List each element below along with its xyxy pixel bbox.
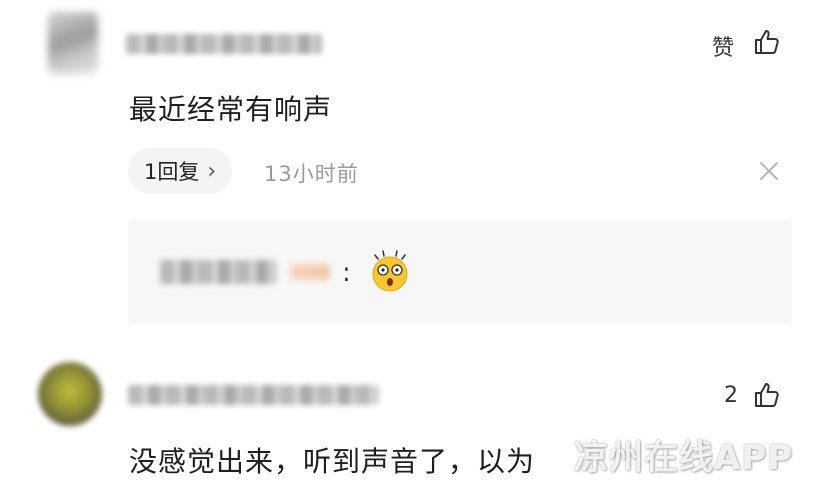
reply-username-obscured[interactable] <box>160 260 276 284</box>
replies-count-label: 1回复 <box>144 160 200 184</box>
chevron-right-icon: › <box>207 158 217 184</box>
comment-text: 最近经常有响声 <box>129 93 333 126</box>
reply-separator: : <box>342 258 351 288</box>
author-tag-obscured <box>290 264 330 280</box>
like-count: 2 <box>724 383 738 408</box>
thumbs-up-icon[interactable] <box>752 27 782 57</box>
thumbs-up-icon[interactable] <box>752 380 782 410</box>
view-replies-button[interactable]: 1回复 › <box>128 148 233 194</box>
user-avatar[interactable] <box>48 12 98 74</box>
watermark: 凉州在线APP <box>574 438 794 478</box>
astonished-face-emoji <box>372 250 408 292</box>
username-obscured[interactable] <box>128 385 378 405</box>
user-avatar[interactable] <box>38 362 102 426</box>
like-label[interactable]: 赞 <box>712 30 734 62</box>
comment-text: 没感觉出来，听到声音了，以为 <box>129 445 536 478</box>
close-icon[interactable] <box>758 160 780 182</box>
comment-timestamp: 13小时前 <box>264 162 359 186</box>
username-obscured[interactable] <box>126 34 322 54</box>
